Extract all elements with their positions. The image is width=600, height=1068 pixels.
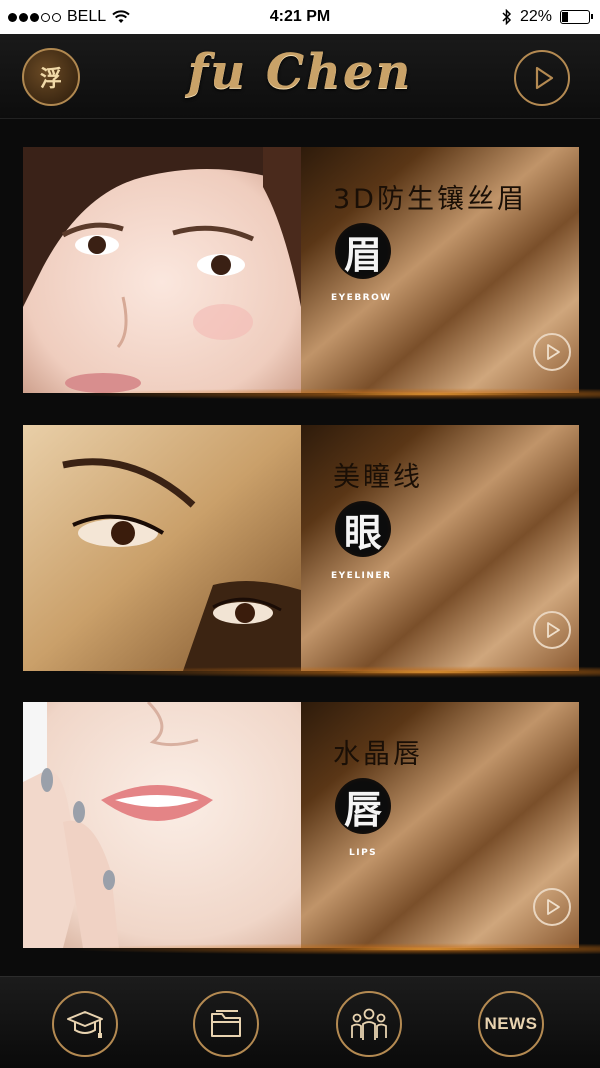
news-label: NEWS [484, 1014, 538, 1033]
service-tag: LIPS [349, 848, 378, 858]
nav-folder-button[interactable] [193, 991, 259, 1057]
play-icon [547, 622, 560, 638]
graduation-cap-icon [67, 1011, 103, 1038]
status-bar: BELL 4:21 PM 22% [0, 0, 600, 34]
folder-icon [211, 1010, 241, 1037]
nav-news-button[interactable]: NEWS [478, 991, 544, 1057]
app-header: 浮 fu Chen [0, 34, 600, 119]
service-panel-eyebrow: 3D防生镶丝眉 眉 EYEBROW [301, 147, 579, 393]
eyebrow-model-photo [23, 147, 301, 393]
play-icon [547, 899, 560, 915]
bottom-nav: NEWS [0, 976, 600, 1068]
bluetooth-icon [502, 9, 512, 25]
service-title: 3D防生镶丝眉 [333, 184, 527, 215]
card-divider-glow [0, 387, 600, 401]
service-card-lips[interactable]: 水晶唇 唇 LIPS [23, 702, 579, 948]
battery-percent: 22% [519, 8, 552, 25]
service-panel-eyeliner: 美瞳线 眼 EYELINER [301, 425, 579, 671]
play-icon [535, 66, 554, 90]
card-divider-glow [0, 942, 600, 956]
card-play-button[interactable] [533, 888, 571, 926]
status-right: 22% [502, 8, 593, 26]
calligraphy-seal: 眼 [335, 501, 391, 557]
battery-fill [562, 12, 568, 22]
service-title: 水晶唇 [333, 739, 423, 770]
lips-model-photo [23, 702, 301, 948]
header-play-button[interactable] [514, 50, 570, 106]
calligraphy-seal: 眉 [335, 223, 391, 279]
team-icon [351, 1008, 387, 1040]
card-divider-glow [0, 665, 600, 679]
card-play-button[interactable] [533, 333, 571, 371]
service-title: 美瞳线 [333, 462, 423, 493]
eyeliner-model-photo [23, 425, 301, 671]
card-play-button[interactable] [533, 611, 571, 649]
play-icon [547, 344, 560, 360]
calligraphy-seal: 唇 [335, 778, 391, 834]
nav-education-button[interactable] [52, 991, 118, 1057]
nav-team-button[interactable] [336, 991, 402, 1057]
service-panel-lips: 水晶唇 唇 LIPS [301, 702, 579, 948]
battery-icon [560, 10, 593, 24]
service-tag: EYEBROW [331, 293, 392, 303]
service-tag: EYELINER [331, 571, 392, 581]
service-card-eyebrow[interactable]: 3D防生镶丝眉 眉 EYEBROW [23, 147, 579, 393]
brand-title: fu Chen [187, 44, 413, 100]
service-card-eyeliner[interactable]: 美瞳线 眼 EYELINER [23, 425, 579, 671]
